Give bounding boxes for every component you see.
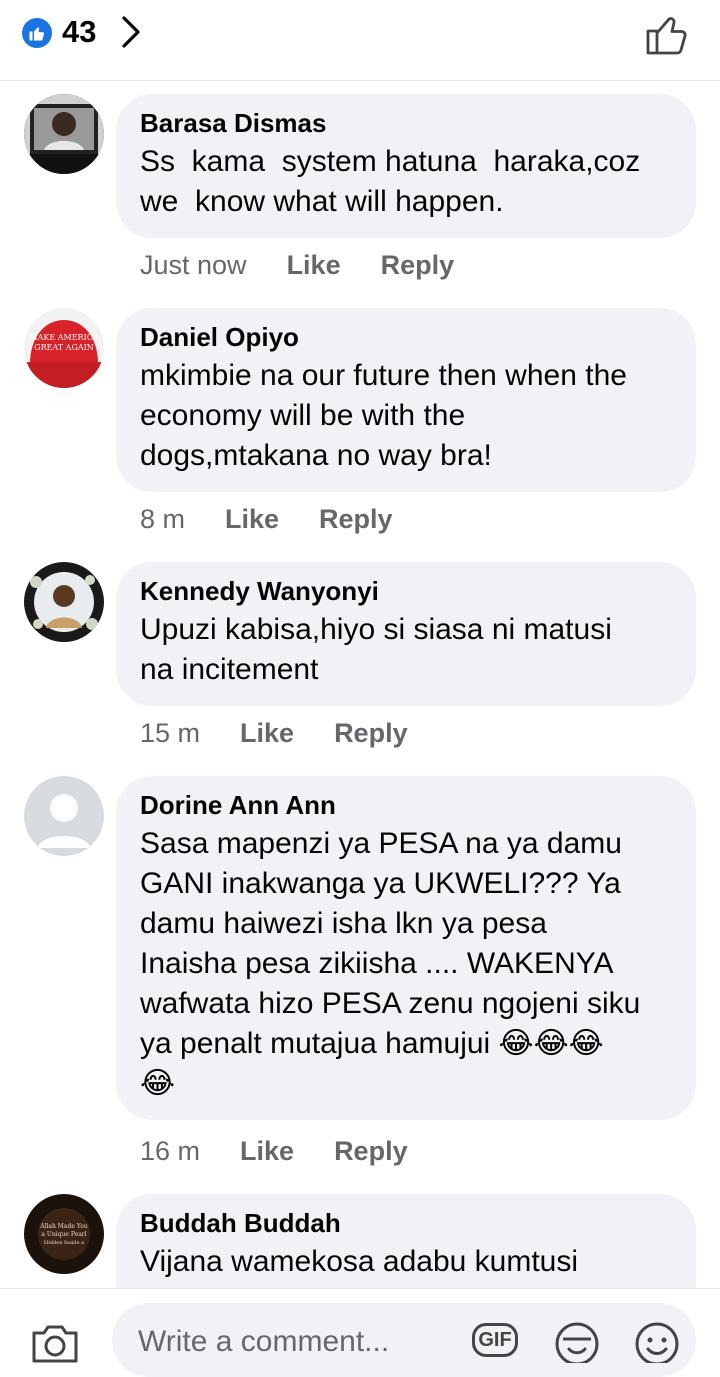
- default-avatar-icon[interactable]: [24, 776, 104, 856]
- chevron-right-icon[interactable]: [118, 14, 142, 55]
- comment-composer: Write a comment... GIF: [0, 1288, 720, 1377]
- comment-bubble[interactable]: Daniel Opiyo mkimbie na our future then …: [116, 308, 696, 492]
- comment-time[interactable]: 16 m: [140, 1136, 200, 1167]
- svg-text:Allah Made You: Allah Made You: [39, 1223, 88, 1230]
- comment-actions: 15 m Like Reply: [140, 718, 448, 749]
- comment-author[interactable]: Daniel Opiyo: [140, 322, 672, 352]
- like-button[interactable]: Like: [240, 1136, 294, 1167]
- reaction-count[interactable]: 43: [62, 14, 96, 50]
- like-button[interactable]: Like: [240, 718, 294, 749]
- svg-text:GREAT AGAIN: GREAT AGAIN: [34, 343, 94, 352]
- gif-button[interactable]: GIF: [472, 1323, 518, 1357]
- like-button[interactable]: Like: [225, 504, 279, 535]
- like-button[interactable]: Like: [287, 250, 341, 281]
- thumbs-up-icon[interactable]: [644, 12, 690, 61]
- avatar[interactable]: [24, 94, 104, 174]
- svg-text:Hidden Inside a: Hidden Inside a: [44, 1240, 84, 1246]
- comment-author[interactable]: Buddah Buddah: [140, 1208, 672, 1238]
- comment-time[interactable]: Just now: [140, 250, 247, 281]
- comment-input[interactable]: Write a comment...: [112, 1303, 696, 1377]
- reply-button[interactable]: Reply: [334, 718, 408, 749]
- comment-author[interactable]: Barasa Dismas: [140, 108, 672, 138]
- comment-author[interactable]: Dorine Ann Ann: [140, 790, 672, 820]
- comment-bubble[interactable]: Kennedy Wanyonyi Upuzi kabisa,hiyo si si…: [116, 562, 696, 706]
- svg-text:a Unique Pearl: a Unique Pearl: [41, 1231, 86, 1238]
- camera-icon[interactable]: [30, 1323, 80, 1368]
- comment-author[interactable]: Kennedy Wanyonyi: [140, 576, 672, 606]
- comment-text: Vijana wamekosa adabu kumtusi: [140, 1245, 579, 1278]
- comment-actions: Just now Like Reply: [140, 250, 494, 281]
- avatar[interactable]: [24, 562, 104, 642]
- like-reaction-icon: [22, 18, 52, 48]
- comment-actions: 8 m Like Reply: [140, 504, 433, 535]
- reply-button[interactable]: Reply: [319, 504, 393, 535]
- cap-text: MAKE AMERICA: [29, 333, 98, 342]
- comment-placeholder: Write a comment...: [138, 1325, 390, 1358]
- comment-text: Ss kama system hatuna haraka,coz we know…: [140, 145, 641, 218]
- reply-button[interactable]: Reply: [334, 1136, 408, 1167]
- comment-time[interactable]: 8 m: [140, 504, 185, 535]
- comment-time[interactable]: 15 m: [140, 718, 200, 749]
- reply-button[interactable]: Reply: [381, 250, 455, 281]
- comment-text: Sasa mapenzi ya PESA na ya damu GANI ina…: [140, 827, 641, 1100]
- comment-actions: 16 m Like Reply: [140, 1136, 448, 1167]
- comment-bubble[interactable]: Dorine Ann Ann Sasa mapenzi ya PESA na y…: [116, 776, 696, 1120]
- avatar[interactable]: MAKE AMERICA GREAT AGAIN: [24, 308, 104, 388]
- comment-text: Upuzi kabisa,hiyo si siasa ni matusi na …: [140, 613, 612, 686]
- comment-text: mkimbie na our future then when the econ…: [140, 359, 627, 472]
- comment-bubble[interactable]: Barasa Dismas Ss kama system hatuna hara…: [116, 94, 696, 238]
- avatar[interactable]: Allah Made You a Unique Pearl Hidden Ins…: [24, 1194, 104, 1274]
- reactions-bar[interactable]: 43: [0, 0, 720, 81]
